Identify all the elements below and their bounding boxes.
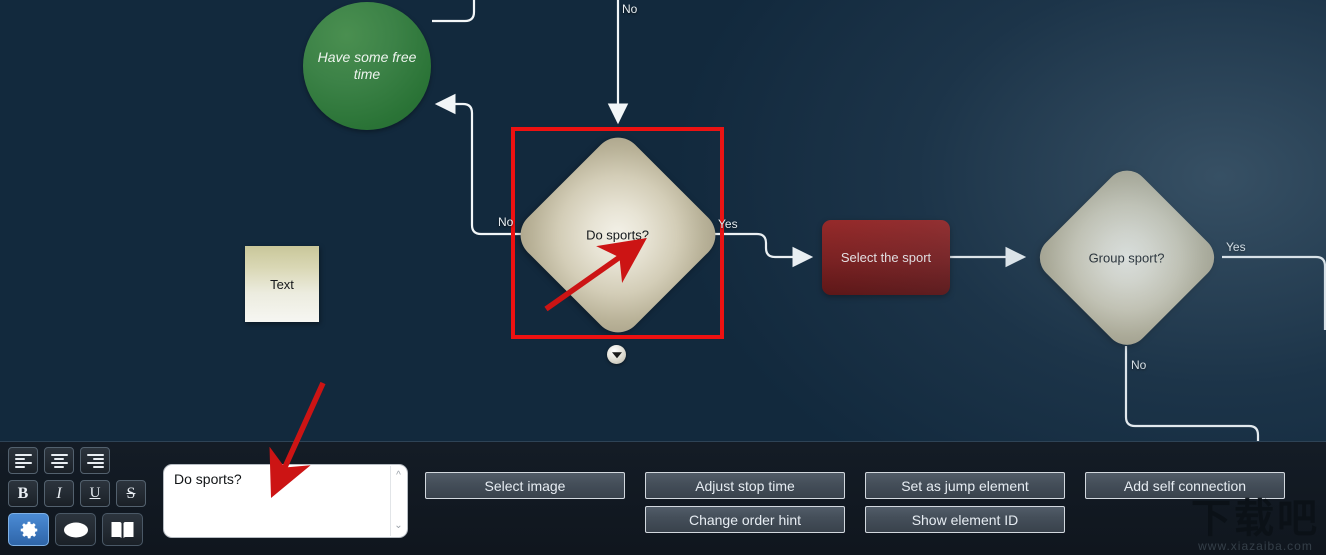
node-select-the-sport[interactable]: Select the sport: [822, 220, 950, 295]
format-toolbar: B I U S: [8, 447, 146, 552]
edge-label-group-sport-no: No: [1131, 358, 1147, 372]
chevron-down-icon[interactable]: ⌄: [391, 521, 406, 531]
node-label: Have some free time: [317, 49, 417, 82]
selection-box: [511, 127, 724, 339]
italic-label: I: [56, 484, 62, 502]
align-center-icon[interactable]: [44, 447, 74, 474]
align-left-icon[interactable]: [8, 447, 38, 474]
strikethrough-label: S: [126, 484, 136, 502]
italic-icon[interactable]: I: [44, 480, 74, 507]
select-image-button[interactable]: Select image: [425, 472, 625, 499]
underline-icon[interactable]: U: [80, 480, 110, 507]
align-right-icon[interactable]: [80, 447, 110, 474]
add-self-connection-button[interactable]: Add self connection: [1085, 472, 1285, 499]
node-text-note[interactable]: Text: [245, 246, 319, 322]
node-have-some-free-time[interactable]: Have some free time: [303, 2, 431, 130]
watermark-logo: 下载吧: [1191, 496, 1320, 542]
ellipse-glyph: [63, 522, 88, 537]
bold-icon[interactable]: B: [8, 480, 38, 507]
align-center-glyph: [50, 453, 68, 468]
text-editor-value: Do sports?: [174, 471, 242, 487]
edge-label-do-sports-yes: Yes: [718, 217, 738, 231]
alignment-row: [8, 447, 146, 474]
chevron-up-icon[interactable]: ^: [391, 471, 406, 481]
underline-label: U: [89, 485, 101, 501]
change-order-hint-button[interactable]: Change order hint: [645, 506, 845, 533]
align-right-glyph: [86, 453, 104, 468]
gear-glyph: [20, 521, 38, 538]
edge-label-top-no: No: [622, 2, 638, 16]
diamond-shape-container: Group sport?: [1030, 161, 1223, 354]
adjust-stop-time-button[interactable]: Adjust stop time: [645, 472, 845, 499]
set-as-jump-element-button[interactable]: Set as jump element: [865, 472, 1065, 499]
show-element-id-button[interactable]: Show element ID: [865, 506, 1065, 533]
edge-label-group-sport-yes: Yes: [1226, 240, 1246, 254]
node-label: Group sport?: [1088, 250, 1165, 265]
strikethrough-icon[interactable]: S: [116, 480, 146, 507]
chevron-down-icon[interactable]: [607, 345, 626, 364]
element-text-editor[interactable]: Do sports? ^ ⌄: [163, 464, 408, 538]
watermark: 下载吧 www.xiazaiba.com: [1191, 499, 1320, 553]
align-left-glyph: [14, 453, 32, 468]
gear-icon[interactable]: [8, 513, 49, 546]
text-editor-scrollbar[interactable]: ^ ⌄: [390, 466, 406, 536]
edge-label-do-sports-no: No: [498, 215, 514, 229]
node-group-sport[interactable]: Group sport?: [1030, 161, 1223, 354]
node-label: Select the sport: [840, 250, 932, 265]
app-window: Have some free time Text Do sports? Sele…: [0, 0, 1326, 555]
font-style-row: B I U S: [8, 480, 146, 507]
diagram-canvas[interactable]: Have some free time Text Do sports? Sele…: [0, 0, 1326, 441]
node-label: Text: [270, 276, 294, 292]
ellipse-icon[interactable]: [55, 513, 96, 546]
book-icon[interactable]: [102, 513, 143, 546]
bold-label: B: [17, 484, 29, 502]
book-glyph: [111, 521, 134, 538]
properties-panel: B I U S Do sports? ^ ⌄ Select image Adju…: [0, 441, 1326, 555]
watermark-url: www.xiazaiba.com: [1198, 539, 1313, 553]
mode-row: [8, 513, 146, 546]
